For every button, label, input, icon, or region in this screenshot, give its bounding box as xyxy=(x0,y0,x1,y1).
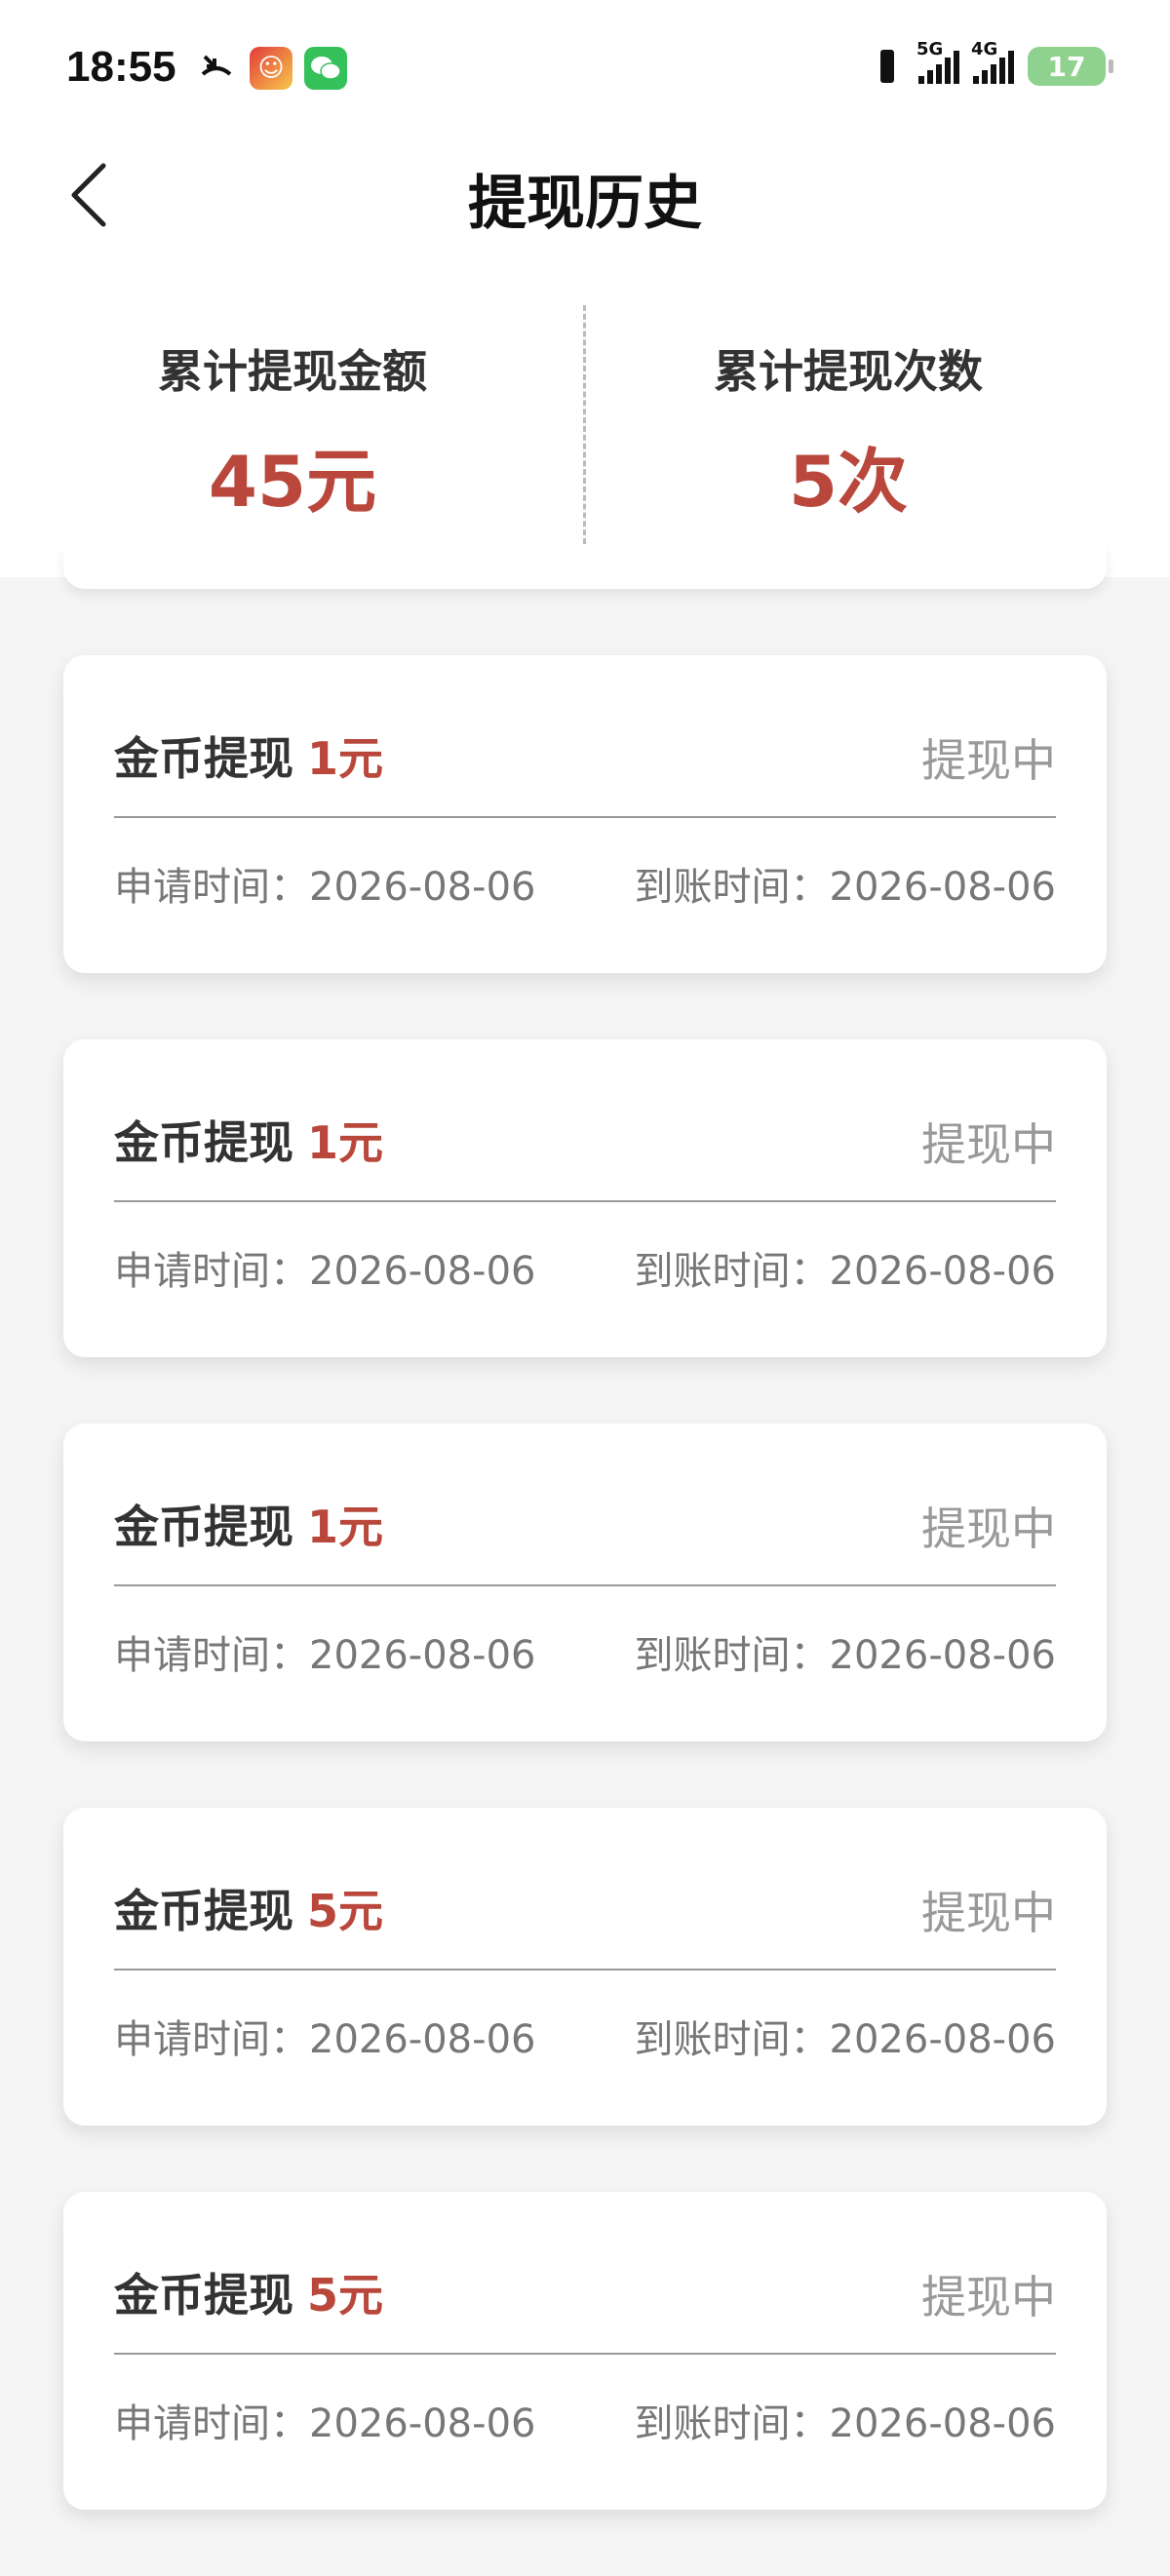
record-type: 金币提现 xyxy=(114,1116,293,1169)
record-title: 金币提现 1元 xyxy=(114,1492,383,1556)
total-count-label: 累计提现次数 xyxy=(714,345,983,398)
wechat-icon xyxy=(304,47,347,90)
record-title: 金币提现 5元 xyxy=(114,1876,383,1940)
record-status: 提现中 xyxy=(921,1503,1056,1555)
total-count-value: 5次 xyxy=(788,441,909,523)
record-type: 金币提现 xyxy=(114,732,293,785)
arrive-time: 到账时间：2026-08-06 xyxy=(634,1249,1056,1294)
card-divider xyxy=(114,2353,1056,2355)
withdraw-record-card[interactable]: 金币提现 1元 提现中 申请时间：2026-08-06 到账时间：2026-08-… xyxy=(63,1424,1107,1741)
status-bar: 18:55 ☺ 5G 4G 17 xyxy=(0,0,1170,141)
status-notification-icons: ☺ xyxy=(195,47,347,90)
arrive-time: 到账时间：2026-08-06 xyxy=(634,1633,1056,1678)
record-amount: 1元 xyxy=(307,1116,384,1169)
total-count-section: 累计提现次数 5次 xyxy=(585,336,1112,527)
apply-time: 申请时间：2026-08-06 xyxy=(114,2017,536,2062)
apply-time: 申请时间：2026-08-06 xyxy=(114,1249,536,1294)
withdraw-record-list[interactable]: 金币提现 1元 提现中 申请时间：2026-08-06 到账时间：2026-08-… xyxy=(63,655,1107,2576)
record-amount: 5元 xyxy=(307,1885,384,1937)
battery-level: 17 xyxy=(1047,50,1086,83)
withdraw-record-card[interactable]: 金币提现 5元 提现中 申请时间：2026-08-06 到账时间：2026-08-… xyxy=(63,1808,1107,2126)
card-divider xyxy=(114,1200,1056,1202)
record-status: 提现中 xyxy=(921,734,1056,787)
withdraw-record-card[interactable]: 金币提现 1元 提现中 申请时间：2026-08-06 到账时间：2026-08-… xyxy=(63,655,1107,973)
total-amount-section: 累计提现金额 45元 xyxy=(29,336,556,527)
apply-time: 申请时间：2026-08-06 xyxy=(114,2401,536,2446)
withdraw-record-card[interactable]: 金币提现 1元 提现中 申请时间：2026-08-06 到账时间：2026-08-… xyxy=(63,1039,1107,1357)
total-amount-label: 累计提现金额 xyxy=(158,345,427,398)
record-type: 金币提现 xyxy=(114,1885,293,1937)
signal-4g-icon: 4G xyxy=(971,39,1014,84)
card-divider xyxy=(114,1969,1056,1971)
battery-icon: 17 xyxy=(1028,47,1113,86)
record-status: 提现中 xyxy=(921,1887,1056,1939)
app-icon: ☺ xyxy=(250,47,292,90)
arrive-time: 到账时间：2026-08-06 xyxy=(634,865,1056,910)
vibrate-icon xyxy=(870,47,905,86)
record-title: 金币提现 1元 xyxy=(114,723,383,788)
withdraw-summary: 累计提现金额 45元 累计提现次数 5次 xyxy=(0,288,1170,577)
record-amount: 5元 xyxy=(307,2269,384,2322)
apply-time: 申请时间：2026-08-06 xyxy=(114,1633,536,1678)
arrive-time: 到账时间：2026-08-06 xyxy=(634,2401,1056,2446)
record-title: 金币提现 1元 xyxy=(114,1108,383,1172)
card-divider xyxy=(114,816,1056,818)
record-status: 提现中 xyxy=(921,1118,1056,1171)
record-amount: 1元 xyxy=(307,1501,384,1553)
status-system-icons: 5G 4G 17 xyxy=(870,39,1113,86)
record-amount: 1元 xyxy=(307,732,384,785)
record-type: 金币提现 xyxy=(114,1501,293,1553)
apply-time: 申请时间：2026-08-06 xyxy=(114,865,536,910)
page-title: 提现历史 xyxy=(468,170,702,238)
record-status: 提现中 xyxy=(921,2271,1056,2323)
status-time: 18:55 xyxy=(66,43,176,91)
total-amount-value: 45元 xyxy=(208,441,377,523)
withdraw-record-card[interactable]: 金币提现 5元 提现中 申请时间：2026-08-06 到账时间：2026-08-… xyxy=(63,2192,1107,2510)
signal-5g-icon: 5G xyxy=(916,39,959,84)
card-divider xyxy=(114,1584,1056,1586)
missed-call-icon xyxy=(195,47,238,90)
record-title: 金币提现 5元 xyxy=(114,2260,383,2324)
record-type: 金币提现 xyxy=(114,2269,293,2322)
partially-visible-card xyxy=(63,546,1107,589)
arrive-time: 到账时间：2026-08-06 xyxy=(634,2017,1056,2062)
